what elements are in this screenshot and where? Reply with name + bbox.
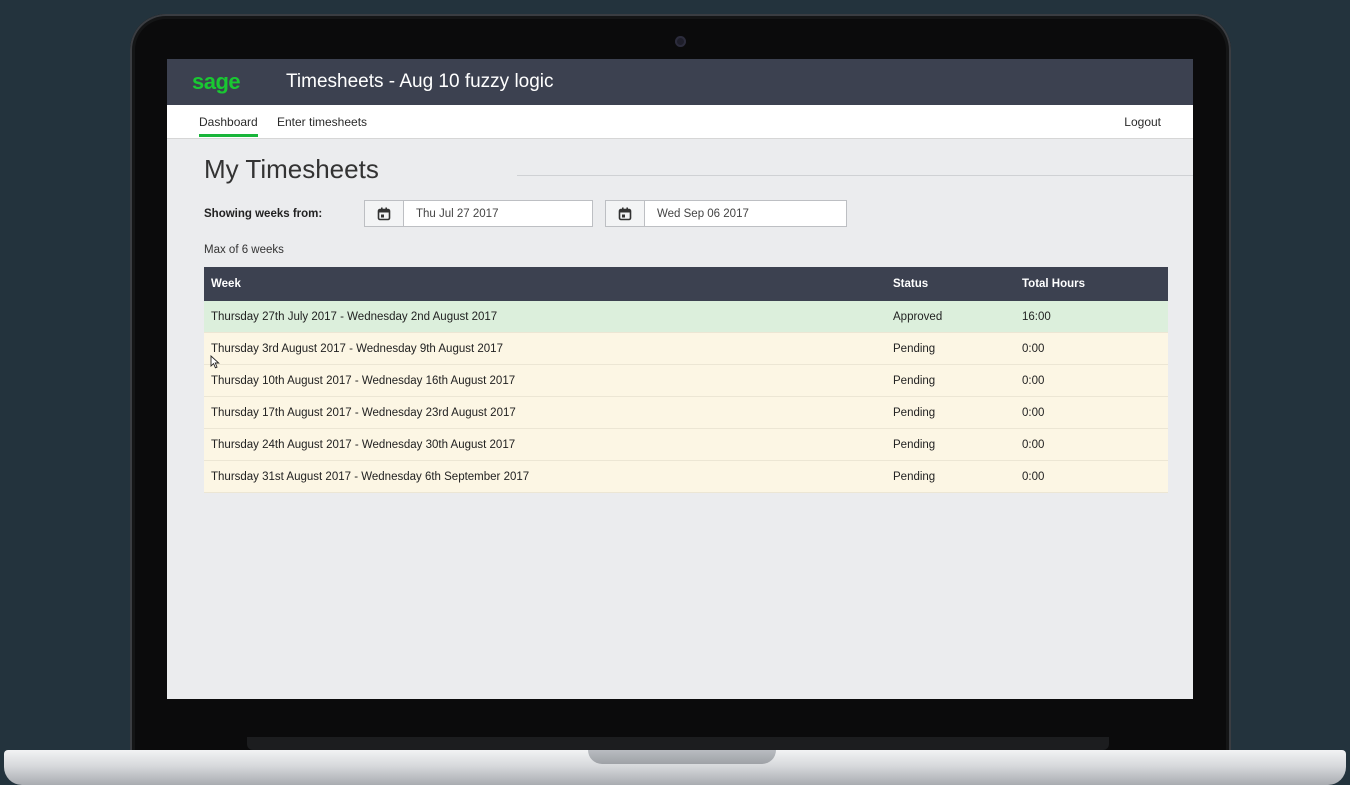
hours-cell: 0:00 xyxy=(1015,364,1168,397)
to-date-picker-button[interactable] xyxy=(606,201,645,226)
hours-cell: 16:00 xyxy=(1015,301,1168,333)
laptop-hinge xyxy=(247,737,1109,750)
hours-cell: 0:00 xyxy=(1015,396,1168,429)
to-date-field xyxy=(605,200,847,227)
column-header-week[interactable]: Week xyxy=(204,267,886,301)
table-row[interactable]: Thursday 3rd August 2017 - Wednesday 9th… xyxy=(204,332,1168,365)
app-header: sage Timesheets - Aug 10 fuzzy logic xyxy=(167,59,1193,105)
column-header-total-hours[interactable]: Total Hours xyxy=(1015,267,1168,301)
webcam-icon xyxy=(675,36,686,47)
from-date-field xyxy=(364,200,593,227)
to-date-input[interactable] xyxy=(655,206,819,221)
logout-link[interactable]: Logout xyxy=(1124,115,1161,129)
laptop-notch xyxy=(588,750,776,764)
column-header-status[interactable]: Status xyxy=(886,267,1015,301)
status-cell: Pending xyxy=(886,460,1015,493)
table-row[interactable]: Thursday 24th August 2017 - Wednesday 30… xyxy=(204,428,1168,461)
status-cell: Pending xyxy=(886,332,1015,365)
week-cell: Thursday 27th July 2017 - Wednesday 2nd … xyxy=(204,301,886,333)
nav-bar: Dashboard Enter timesheets Logout xyxy=(167,105,1193,139)
table-row[interactable]: Thursday 27th July 2017 - Wednesday 2nd … xyxy=(204,301,1168,333)
app-screen: sage Timesheets - Aug 10 fuzzy logic Das… xyxy=(167,59,1193,699)
max-weeks-note: Max of 6 weeks xyxy=(204,244,284,256)
mouse-cursor-icon xyxy=(210,355,220,369)
calendar-icon xyxy=(377,207,391,220)
app-title: Timesheets - Aug 10 fuzzy logic xyxy=(286,71,554,92)
status-cell: Pending xyxy=(886,364,1015,397)
table-row[interactable]: Thursday 31st August 2017 - Wednesday 6t… xyxy=(204,460,1168,493)
status-cell: Approved xyxy=(886,301,1015,333)
hours-cell: 0:00 xyxy=(1015,332,1168,365)
week-cell: Thursday 3rd August 2017 - Wednesday 9th… xyxy=(204,332,886,365)
week-cell: Thursday 31st August 2017 - Wednesday 6t… xyxy=(204,460,886,493)
hours-cell: 0:00 xyxy=(1015,428,1168,461)
nav-enter-timesheets-tab[interactable]: Enter timesheets xyxy=(277,115,367,129)
week-cell: Thursday 17th August 2017 - Wednesday 23… xyxy=(204,396,886,429)
table-row[interactable]: Thursday 10th August 2017 - Wednesday 16… xyxy=(204,364,1168,397)
timesheets-table: Week Status Total Hours Thursday 27th Ju… xyxy=(204,267,1168,493)
calendar-icon xyxy=(618,207,632,220)
range-label: Showing weeks from: xyxy=(204,208,323,220)
table-header-row: Week Status Total Hours xyxy=(204,267,1168,301)
status-cell: Pending xyxy=(886,396,1015,429)
status-cell: Pending xyxy=(886,428,1015,461)
title-divider xyxy=(517,175,1193,176)
hours-cell: 0:00 xyxy=(1015,460,1168,493)
week-cell: Thursday 10th August 2017 - Wednesday 16… xyxy=(204,364,886,397)
table-row[interactable]: Thursday 17th August 2017 - Wednesday 23… xyxy=(204,396,1168,429)
from-date-picker-button[interactable] xyxy=(365,201,404,226)
page-title: My Timesheets xyxy=(204,154,379,184)
nav-dashboard-tab[interactable]: Dashboard xyxy=(199,115,258,137)
week-cell: Thursday 24th August 2017 - Wednesday 30… xyxy=(204,428,886,461)
from-date-input[interactable] xyxy=(414,206,578,221)
sage-logo[interactable]: sage xyxy=(192,69,262,95)
